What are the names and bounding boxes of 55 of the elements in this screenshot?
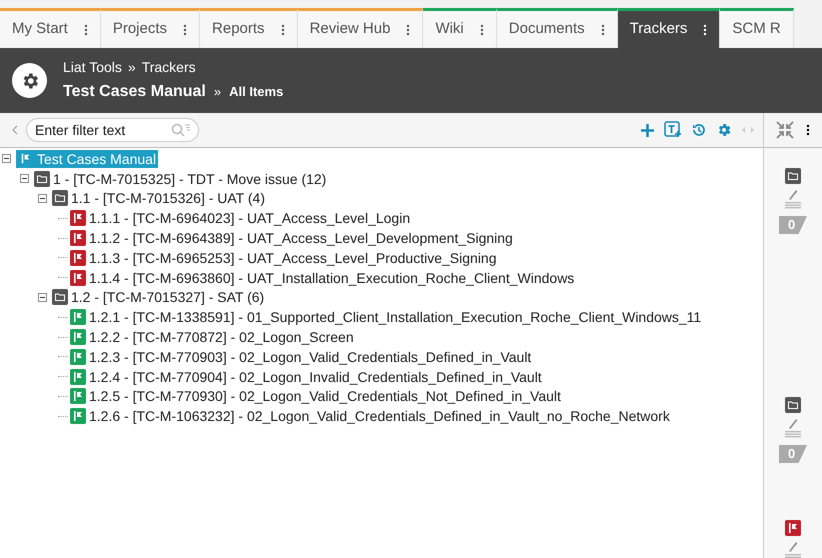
folder-icon xyxy=(785,168,801,184)
collapse-icon[interactable] xyxy=(20,174,29,184)
breadcrumb-separator: » xyxy=(128,58,136,77)
tree-node[interactable]: 1.2 - [TC-M-7015327] - SAT (6) xyxy=(52,288,264,306)
more-icon[interactable] xyxy=(703,24,708,36)
tab[interactable]: Documents xyxy=(496,8,618,48)
count-badge: 0 xyxy=(779,445,807,463)
tree-node[interactable]: 1.2.2 - [TC-M-770872] - 02_Logon_Screen xyxy=(70,328,354,346)
breadcrumb-link[interactable]: Liat Tools xyxy=(63,57,122,78)
tab[interactable]: Projects xyxy=(100,8,200,48)
edit-icon[interactable] xyxy=(784,187,802,209)
tree-node[interactable]: 1.1.1 - [TC-M-6964023] - UAT_Access_Level_Login xyxy=(70,209,410,228)
breadcrumb-separator: » xyxy=(214,83,222,101)
more-icon[interactable] xyxy=(183,24,188,36)
edit-icon[interactable] xyxy=(784,416,802,438)
view-name[interactable]: All Items xyxy=(229,82,284,102)
collapse-icon[interactable] xyxy=(2,154,11,164)
history-icon[interactable] xyxy=(691,122,707,138)
breadcrumb-link[interactable]: Trackers xyxy=(142,57,196,78)
tab[interactable]: Trackers xyxy=(618,8,720,48)
tab[interactable]: Review Hub xyxy=(298,8,424,48)
collapse-left-icon[interactable] xyxy=(12,125,18,135)
more-icon[interactable] xyxy=(84,24,88,36)
filter-field[interactable]: Enter filter text xyxy=(26,118,199,142)
tree-node[interactable]: 1.2.4 - [TC-M-770904] - 02_Logon_Invalid_Credentials_Defined_in_Vault xyxy=(70,368,542,386)
tab[interactable]: My Start xyxy=(0,8,101,48)
add-icon[interactable] xyxy=(640,122,655,138)
tree-node[interactable]: 1.1.2 - [TC-M-6964389] - UAT_Access_Level_Development_Signing xyxy=(70,229,513,248)
folder-icon xyxy=(52,190,68,206)
tree-node[interactable]: 1.2.5 - [TC-M-770930] - 02_Logon_Valid_Credentials_Not_Defined_in_Vault xyxy=(70,387,561,406)
tree-node[interactable]: 1.2.6 - [TC-M-1063232] - 02_Logon_Valid_Credentials_Defined_in_Vault_no_Roche_Network xyxy=(70,407,670,426)
page-title: Test Cases Manual xyxy=(63,82,206,102)
more-icon[interactable] xyxy=(806,124,810,136)
settings-icon[interactable] xyxy=(12,63,47,98)
more-icon[interactable] xyxy=(600,24,605,36)
tree-node[interactable]: 1 - [TC-M-7015325] - TDT - Move issue (12) xyxy=(34,170,326,188)
tree-node[interactable]: 1.1 - [TC-M-7015326] - UAT (4) xyxy=(52,189,265,208)
tree-node[interactable]: 1.2.1 - [TC-M-1338591] - 01_Supported_Client_Installation_Execution_Roche_Client_Windows_11 xyxy=(70,308,702,326)
tree-node[interactable]: 1.2.3 - [TC-M-770903] - 02_Logon_Valid_Credentials_Defined_in_Vault xyxy=(70,348,532,366)
add-text-icon[interactable] xyxy=(664,121,682,139)
tree-node[interactable]: 1.1.3 - [TC-M-6965253] - UAT_Access_Level_Productive_Signing xyxy=(70,248,496,267)
more-icon[interactable] xyxy=(280,24,285,36)
tree-node[interactable]: 1.1.4 - [TC-M-6963860] - UAT_Installation_Execution_Roche_Client_Windows xyxy=(70,268,574,287)
edit-icon[interactable] xyxy=(784,539,802,558)
folder-icon xyxy=(34,170,50,187)
collapse-icon[interactable] xyxy=(38,292,47,302)
tab[interactable]: Wiki xyxy=(423,8,497,48)
folder-icon xyxy=(52,289,68,306)
more-icon[interactable] xyxy=(406,24,410,36)
collapse-icon[interactable] xyxy=(38,194,47,203)
count-badge: 0 xyxy=(779,216,807,234)
folder-icon xyxy=(785,397,801,413)
tab[interactable]: SCM R xyxy=(720,8,794,48)
tab[interactable]: Reports xyxy=(200,8,298,48)
more-icon[interactable] xyxy=(480,24,484,36)
